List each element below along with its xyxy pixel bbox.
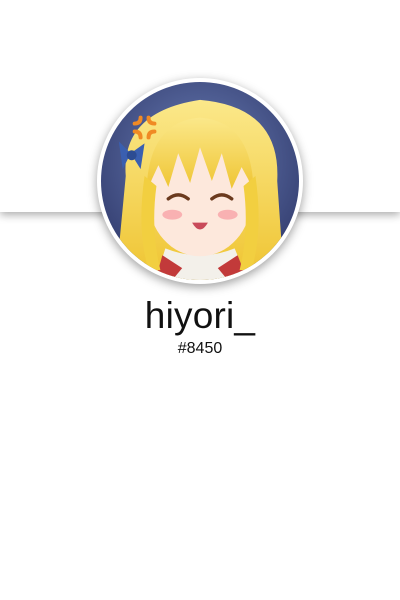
anime-girl-avatar-icon: [101, 82, 299, 280]
username: hiyori_: [144, 295, 256, 336]
avatar-frame: [97, 78, 303, 284]
avatar[interactable]: [101, 82, 299, 280]
profile-card: hiyori_ #8450: [0, 0, 400, 600]
discriminator-tag: #8450: [177, 340, 223, 357]
